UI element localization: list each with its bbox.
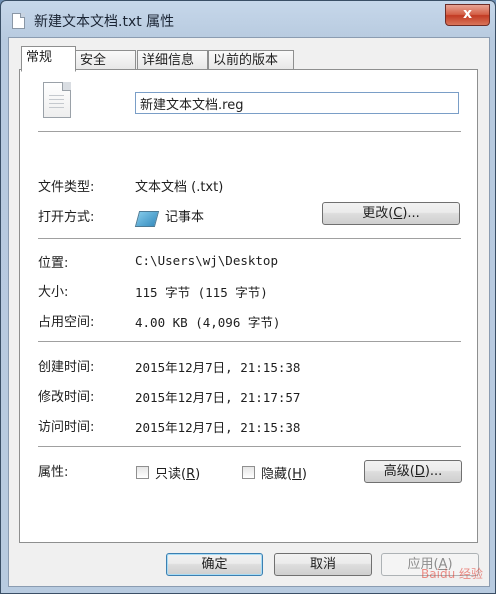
document-icon <box>12 13 25 29</box>
separator <box>38 131 461 132</box>
created-value: 2015年12月7日, 21:15:38 <box>135 360 301 375</box>
location-label: 位置: <box>38 256 69 271</box>
created-label: 创建时间: <box>38 360 95 375</box>
ok-button[interactable]: 确定 <box>166 553 263 576</box>
change-button[interactable]: 更改(C)... <box>322 202 460 225</box>
size-on-disk-label: 占用空间: <box>38 315 95 330</box>
tab-details[interactable]: 详细信息 <box>137 50 208 70</box>
dialog-client: 常规 安全 详细信息 以前的版本 文件类型: 文本文档 (.txt) 打开方式:… <box>8 37 490 587</box>
size-value: 115 字节 (115 字节) <box>135 285 268 300</box>
modified-value: 2015年12月7日, 21:17:57 <box>135 390 301 405</box>
separator <box>38 446 461 447</box>
size-label: 大小: <box>38 285 69 300</box>
tab-general[interactable]: 常规 <box>21 46 76 72</box>
separator <box>38 238 461 239</box>
text-file-icon <box>43 82 71 118</box>
close-icon: x <box>462 6 473 22</box>
hidden-label[interactable]: 隐藏(H) <box>261 463 307 482</box>
advanced-button[interactable]: 高级(D)... <box>364 460 462 483</box>
file-name-input[interactable] <box>135 92 459 114</box>
file-type-value: 文本文档 (.txt) <box>135 180 224 195</box>
opens-with-value: 记事本 <box>165 210 205 225</box>
readonly-checkbox[interactable] <box>136 466 149 479</box>
accessed-value: 2015年12月7日, 21:15:38 <box>135 420 301 435</box>
tab-security[interactable]: 安全 <box>75 50 136 70</box>
location-value: C:\Users\wj\Desktop <box>135 253 278 268</box>
notepad-icon <box>134 211 160 227</box>
tab-strip: 常规 安全 详细信息 以前的版本 <box>21 46 481 72</box>
file-type-label: 文件类型: <box>38 180 95 195</box>
modified-label: 修改时间: <box>38 390 95 405</box>
attributes-label: 属性: <box>38 465 69 480</box>
general-panel: 文件类型: 文本文档 (.txt) 打开方式: 记事本 更改(C)... 位置:… <box>19 69 478 543</box>
title-bar[interactable]: 新建文本文档.txt 属性 x <box>1 1 495 37</box>
opens-with-label: 打开方式: <box>38 210 95 225</box>
tab-previous-versions[interactable]: 以前的版本 <box>208 50 294 70</box>
readonly-label[interactable]: 只读(R) <box>155 463 200 482</box>
watermark: Baidu 经验 <box>421 567 483 581</box>
window-title: 新建文本文档.txt 属性 <box>34 14 175 30</box>
separator <box>38 341 461 342</box>
close-button[interactable]: x <box>445 4 490 26</box>
size-on-disk-value: 4.00 KB (4,096 字节) <box>135 315 281 330</box>
accessed-label: 访问时间: <box>38 420 95 435</box>
cancel-button[interactable]: 取消 <box>274 553 372 576</box>
hidden-checkbox[interactable] <box>242 466 255 479</box>
properties-window: 新建文本文档.txt 属性 x 常规 安全 详细信息 以前的版本 文件类型: 文… <box>0 0 496 594</box>
